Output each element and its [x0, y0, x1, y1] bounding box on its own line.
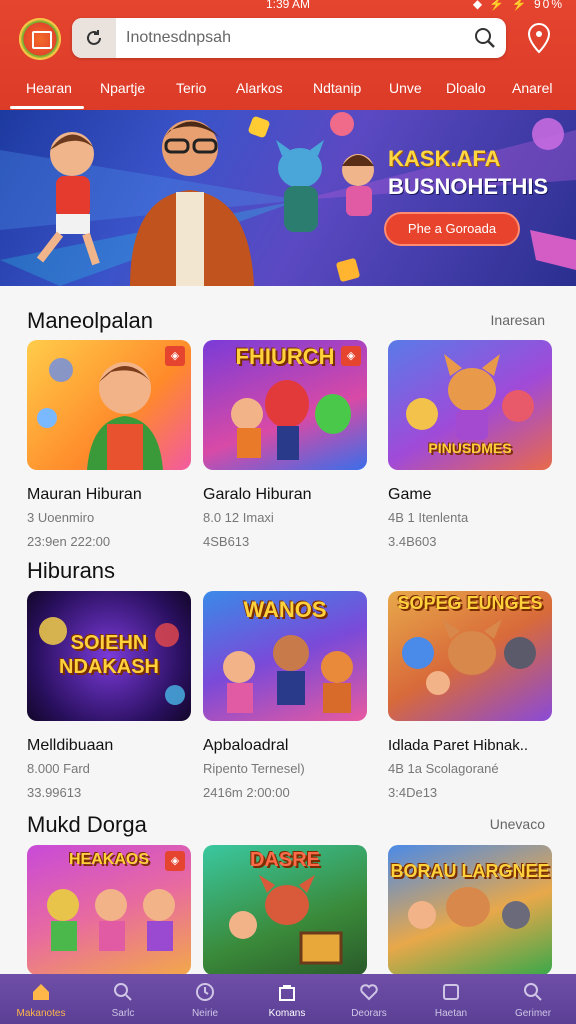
- nav-item-home[interactable]: Makanotes: [0, 974, 82, 1024]
- tab-2[interactable]: Terio: [176, 80, 206, 96]
- card-meta: 4SB613: [203, 534, 250, 549]
- clock-icon: [196, 983, 214, 1001]
- active-tab-indicator: [10, 106, 84, 109]
- search-bar: [72, 18, 506, 58]
- app-logo[interactable]: [19, 18, 61, 60]
- thumb-title: DASRE: [249, 849, 320, 871]
- home-icon: [33, 984, 49, 1000]
- nav-item-shop[interactable]: Komans: [246, 974, 328, 1024]
- status-indicators: ◆ ⚡ ⚡ 90%: [472, 0, 564, 11]
- thumb-title: SOPEG EUNGES: [397, 593, 543, 613]
- card-meta: 23:9en 222:00: [27, 534, 111, 549]
- search-input[interactable]: [120, 18, 460, 58]
- tab-7[interactable]: Anarel: [512, 80, 552, 96]
- promo-banner[interactable]: KASK.AFA BUSNOHETHIS Phe a Goroada: [0, 110, 576, 286]
- heart-icon: [360, 984, 378, 1001]
- tab-1[interactable]: Npartje: [100, 80, 145, 96]
- square-icon: [443, 984, 459, 1000]
- card-title: Mauran Hiburan: [27, 486, 142, 503]
- game-thumbnail: FHIURCH ◈: [203, 340, 367, 470]
- nav-label: Makanotes: [16, 1008, 66, 1019]
- card-meta: 2416m 2:00:00: [203, 785, 290, 800]
- card-subtitle: 8.0 12 Imaxi: [203, 510, 274, 525]
- status-time: 1:39 AM: [266, 0, 311, 11]
- game-badge-icon: ◈: [165, 346, 185, 366]
- thumb-title: SOIEHN NDAKASH: [59, 632, 159, 678]
- game-thumbnail: HEAKAOS ◈: [27, 845, 191, 975]
- nav-item-recent[interactable]: Neirie: [164, 974, 246, 1024]
- card-subtitle: 8.000 Fard: [27, 761, 90, 776]
- tab-4[interactable]: Ndtanip: [313, 80, 361, 96]
- card-title: Game: [388, 486, 432, 503]
- thumb-title: PINUSDMES: [428, 440, 512, 456]
- card-subtitle: 4B 1a Scolagorané: [388, 761, 499, 776]
- game-thumbnail: PINUSDMES: [388, 340, 552, 470]
- card-subtitle: 4B 1 Itenlenta: [388, 510, 469, 525]
- bag-icon: [279, 985, 295, 1001]
- app-header: 1:39 AM ◆ ⚡ ⚡ 90% Hearan Npartje Terio A…: [0, 0, 576, 110]
- card-subtitle: Ripento Ternesel): [203, 761, 305, 776]
- section-title: Hiburans: [27, 558, 116, 583]
- game-thumbnail: WANOS: [203, 591, 367, 721]
- card-subtitle: 3 Uoenmiro: [27, 510, 95, 525]
- nav-label: Gerimer: [514, 1008, 552, 1019]
- section-title: Mukd Dorga: [27, 812, 147, 837]
- card-title: Idlada Paret Hibnak..: [388, 737, 529, 754]
- section-more-link[interactable]: Inaresan: [491, 312, 545, 328]
- nav-label: Komans: [268, 1008, 306, 1019]
- game-thumbnail: SOPEG EUNGES: [388, 591, 552, 721]
- card-title: Garalo Hiburan: [203, 486, 312, 503]
- card-meta: 33.99613: [27, 785, 82, 800]
- nav-label: Neirie: [191, 1008, 219, 1019]
- search-icon: [114, 983, 132, 1001]
- tab-3[interactable]: Alarkos: [236, 80, 283, 96]
- game-thumbnail: SOIEHN NDAKASH: [27, 591, 191, 721]
- banner-subtitle: BUSNOHETHIS: [388, 174, 549, 199]
- tab-0[interactable]: Hearan: [26, 80, 72, 96]
- nav-label: Deorars: [351, 1008, 387, 1019]
- nav-item-library[interactable]: Haetan: [410, 974, 492, 1024]
- game-badge-icon: ◈: [165, 851, 185, 871]
- nav-item-search[interactable]: Sarlc: [82, 974, 164, 1024]
- game-badge-icon: ◈: [341, 346, 361, 366]
- thumb-title: WANOS: [243, 597, 327, 622]
- game-thumbnail: ◈: [27, 340, 191, 470]
- tab-6[interactable]: Dloalo: [446, 80, 486, 96]
- status-bar: 1:39 AM ◆ ⚡ ⚡ 90%: [0, 0, 576, 14]
- nav-item-profile[interactable]: Gerimer: [492, 974, 574, 1024]
- card-title: Melldibuaan: [27, 737, 114, 754]
- profile-search-icon: [524, 983, 542, 1001]
- card-meta: 3:4De13: [388, 785, 438, 800]
- nav-label: Sarlc: [111, 1008, 135, 1019]
- banner-cta-button[interactable]: Phe a Goroada: [384, 212, 520, 246]
- card-meta: 3.4B603: [388, 534, 437, 549]
- refresh-icon[interactable]: [72, 18, 116, 58]
- search-icon[interactable]: [474, 27, 496, 49]
- bottom-navigation: Makanotes Sarlc Neirie Komans Deorars Ha…: [0, 974, 576, 1024]
- category-tabs: Hearan Npartje Terio Alarkos Ndtanip Unv…: [0, 70, 576, 110]
- banner-title: KASK.AFA: [388, 146, 501, 171]
- location-pin-icon[interactable]: [526, 22, 552, 54]
- game-thumbnail: BORAU LARGNEE: [388, 845, 552, 975]
- thumb-title: BORAU LARGNEE: [390, 861, 550, 881]
- card-title: Apbaloadral: [203, 737, 289, 754]
- game-thumbnail: DASRE: [203, 845, 367, 975]
- section-title: Maneolpalan: [27, 308, 153, 333]
- nav-item-favorites[interactable]: Deorars: [328, 974, 410, 1024]
- nav-label: Haetan: [434, 1008, 468, 1019]
- section-more-link[interactable]: Unevaco: [490, 816, 545, 832]
- tab-5[interactable]: Unve: [389, 80, 422, 96]
